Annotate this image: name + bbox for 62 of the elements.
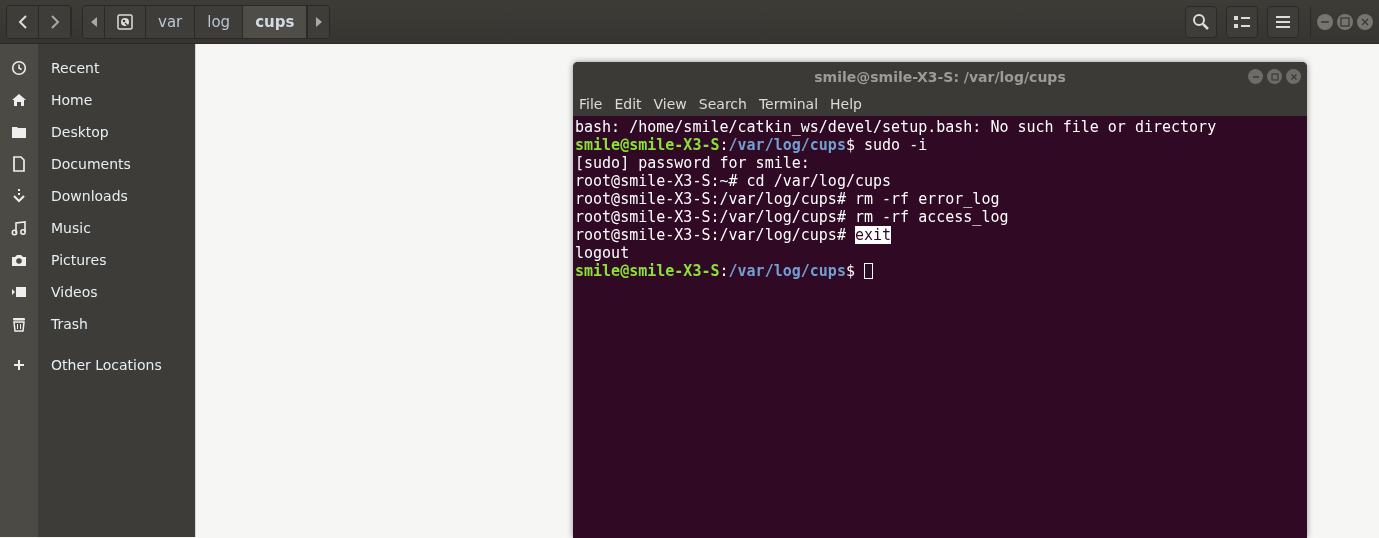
camera-icon — [11, 252, 27, 268]
terminal-line: root@smile-X3-S:~# cd /var/log/cups — [575, 172, 892, 190]
home-icon — [11, 92, 27, 108]
menu-item[interactable]: File — [579, 96, 609, 112]
text-cursor — [864, 263, 873, 279]
menu-button[interactable] — [1267, 5, 1299, 38]
sidebar-item[interactable]: Music — [51, 220, 91, 236]
scroll-right-button[interactable] — [307, 5, 330, 38]
search-icon — [1192, 12, 1210, 31]
menu-icon — [1276, 15, 1290, 28]
menu-item[interactable]: Terminal — [758, 96, 825, 112]
sidebar-item[interactable]: Desktop — [51, 124, 109, 140]
terminal-line: smile@smile-X3-S:/var/log/cups$ — [575, 262, 856, 280]
path-button[interactable]: var — [146, 5, 196, 38]
sidebar-item[interactable]: Trash — [51, 316, 88, 332]
list-view-icon — [1234, 14, 1250, 29]
minimize-button[interactable] — [1317, 13, 1333, 30]
triangle-left-icon — [90, 16, 97, 27]
terminal-line: logout — [575, 244, 630, 262]
video-icon — [11, 284, 27, 300]
terminal-line: root@smile-X3-S:/var/log/cups# rm -rf access_log — [575, 208, 1009, 226]
path-button[interactable]: cups — [243, 5, 308, 38]
window-title: smile@smile-X3-S: /var/log/cups — [814, 69, 1066, 85]
download-icon — [11, 188, 27, 204]
maximize-icon — [1340, 16, 1350, 27]
sidebar-item[interactable]: Home — [51, 92, 93, 108]
close-icon — [1289, 72, 1298, 81]
terminal-line: bash: /home/smile/catkin_ws/devel/setup.bash: No such file or directory — [575, 118, 1217, 136]
music-note-icon — [11, 220, 27, 236]
search-button[interactable] — [1185, 5, 1217, 38]
forward-button[interactable] — [39, 5, 71, 38]
triangle-right-icon — [315, 16, 322, 27]
terminal-line: smile@smile-X3-S:/var/log/cups$ sudo -i — [575, 136, 928, 154]
sidebar-item[interactable]: Recent — [51, 60, 100, 76]
menu-item[interactable]: Search — [698, 96, 753, 112]
sidebar-item[interactable]: Downloads — [51, 188, 128, 204]
menu-item[interactable]: View — [653, 96, 693, 112]
maximize-button[interactable] — [1337, 13, 1353, 30]
back-button[interactable] — [7, 5, 39, 38]
terminal-line: root@smile-X3-S:/var/log/cups# exit — [575, 226, 892, 244]
path-button[interactable]: log — [195, 5, 244, 38]
folder-icon — [11, 124, 27, 140]
plus-icon — [11, 357, 27, 373]
sidebar-item[interactable]: Documents — [51, 156, 131, 172]
sidebar-item[interactable]: Other Locations — [51, 357, 162, 373]
document-icon — [11, 156, 27, 172]
menu-item[interactable]: Edit — [614, 96, 648, 112]
view-toggle-button[interactable] — [1226, 5, 1258, 38]
trash-icon — [11, 316, 27, 332]
chevron-left-icon — [17, 14, 28, 29]
maximize-icon — [1270, 72, 1279, 81]
menu-item[interactable]: Help — [830, 96, 868, 112]
chevron-right-icon — [49, 14, 60, 29]
sidebar-item[interactable]: Pictures — [51, 252, 107, 268]
scroll-left-button[interactable] — [83, 5, 105, 38]
sidebar-item[interactable]: Videos — [51, 284, 98, 300]
close-button[interactable] — [1357, 13, 1373, 30]
terminal-line: root@smile-X3-S:/var/log/cups# rm -rf error_log — [575, 190, 1000, 208]
disk-button[interactable] — [105, 5, 146, 38]
terminal-line: [sudo] password for smile: — [575, 154, 810, 172]
clock-icon — [11, 60, 27, 76]
close-icon — [1360, 16, 1370, 27]
